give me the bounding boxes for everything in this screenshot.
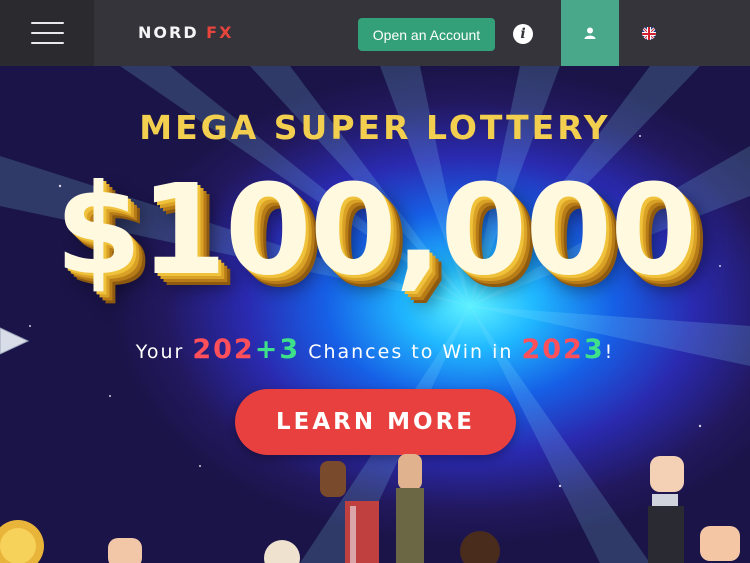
lottery-headline: MEGA SUPER LOTTERY xyxy=(139,108,611,147)
tagline-year-a: 202 xyxy=(521,334,584,365)
hamburger-menu-button[interactable] xyxy=(0,0,94,66)
info-icon[interactable]: i xyxy=(513,24,533,44)
tagline-number: 202 xyxy=(192,334,255,365)
user-account-button[interactable] xyxy=(561,0,619,66)
prize-amount: $100,000 xyxy=(54,158,697,303)
logo-text-fx: FX xyxy=(206,23,234,42)
tagline: Your 202+3 Chances to Win in 2023! xyxy=(0,334,750,365)
tagline-year-b: 3 xyxy=(583,334,605,365)
top-navigation-bar: NORD FX Open an Account i xyxy=(0,0,750,66)
menu-icon-line-2 xyxy=(31,32,64,34)
open-account-button[interactable]: Open an Account xyxy=(358,18,495,51)
uk-flag-icon[interactable] xyxy=(642,26,656,40)
logo-text-nord: NORD xyxy=(138,23,199,42)
celebrating-people-illustration xyxy=(0,454,740,563)
menu-icon xyxy=(31,22,64,24)
menu-icon-line-3 xyxy=(31,42,64,44)
tagline-plus: +3 xyxy=(254,334,301,365)
nordfx-logo[interactable]: NORD FX xyxy=(138,23,233,43)
user-icon xyxy=(584,27,596,39)
lottery-promo-banner: MEGA SUPER LOTTERY $100,000 Your 202+3 C… xyxy=(0,66,750,563)
tagline-prefix: Your xyxy=(135,341,185,363)
tagline-end: ! xyxy=(604,341,615,363)
tagline-middle: Chances to Win in xyxy=(308,341,514,363)
